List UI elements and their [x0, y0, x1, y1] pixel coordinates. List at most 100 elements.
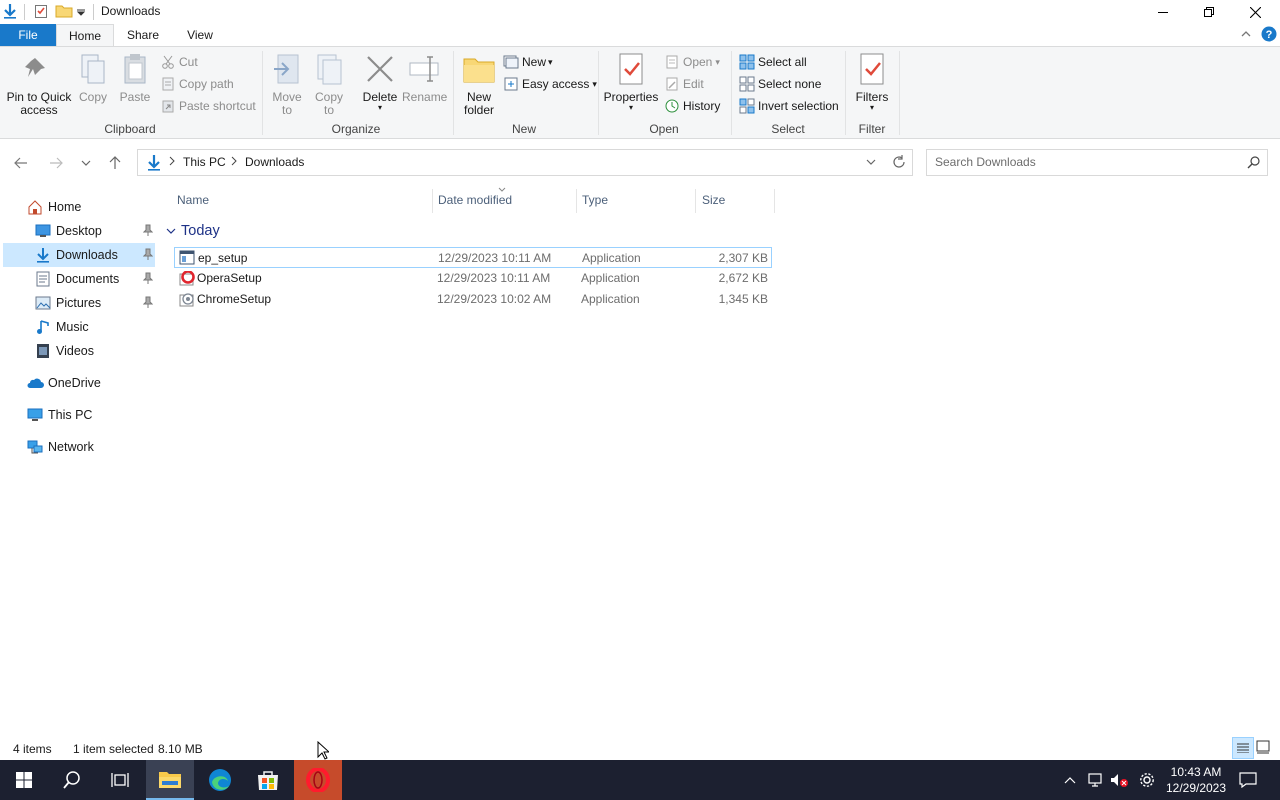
address-bar[interactable]: This PC Downloads	[137, 149, 913, 176]
network-tray-icon[interactable]	[1085, 770, 1105, 790]
sidebar-item-onedrive[interactable]: OneDrive	[3, 371, 155, 395]
breadcrumb-downloads[interactable]: Downloads	[245, 155, 304, 169]
history-label: History	[683, 99, 721, 113]
column-header-name[interactable]: Name	[177, 193, 209, 209]
new-folder-quick-icon[interactable]	[55, 3, 73, 19]
column-divider[interactable]	[432, 189, 433, 213]
sidebar-item-network[interactable]: Network	[3, 435, 155, 459]
file-row[interactable]: ChromeSetup 12/29/2023 10:02 AM Applicat…	[174, 289, 772, 310]
ribbon-tabs: File Home Share View ?	[0, 24, 1280, 47]
customize-toolbar-chevron-icon[interactable]	[76, 6, 86, 16]
paste-button[interactable]: Paste	[118, 51, 152, 104]
tab-home[interactable]: Home	[56, 24, 114, 47]
tab-file[interactable]: File	[0, 24, 56, 46]
breadcrumb-this-pc[interactable]: This PC	[183, 155, 226, 169]
taskbar-edge[interactable]	[196, 760, 244, 800]
desktop-icon	[34, 222, 52, 240]
search-box[interactable]	[926, 149, 1268, 176]
navigation-row: This PC Downloads	[0, 139, 1280, 187]
pin-icon[interactable]	[143, 272, 153, 284]
file-row[interactable]: ep_setup 12/29/2023 10:11 AM Application…	[174, 247, 772, 268]
minimize-button[interactable]	[1140, 0, 1186, 24]
forward-button[interactable]	[44, 151, 68, 175]
open-button[interactable]: Open ▾	[664, 52, 720, 72]
edit-button[interactable]: Edit	[664, 74, 704, 94]
restore-icon	[1204, 7, 1214, 17]
notification-center-icon[interactable]	[1238, 770, 1258, 790]
pin-icon[interactable]	[143, 224, 153, 236]
paste-shortcut-button[interactable]: Paste shortcut	[160, 96, 256, 116]
column-header-type[interactable]: Type	[582, 193, 608, 209]
sidebar-item-desktop[interactable]: Desktop	[3, 219, 155, 243]
select-none-button[interactable]: Select none	[739, 74, 821, 94]
tab-share[interactable]: Share	[114, 24, 172, 46]
column-divider[interactable]	[695, 189, 696, 213]
column-divider[interactable]	[774, 189, 775, 213]
pin-icon[interactable]	[143, 296, 153, 308]
divider	[93, 4, 94, 20]
copy-button[interactable]: Copy	[76, 51, 110, 104]
volume-muted-icon[interactable]	[1109, 770, 1129, 790]
clock-time: 10:43 AM	[1170, 765, 1222, 779]
select-all-button[interactable]: Select all	[739, 52, 807, 72]
sidebar-item-this-pc[interactable]: This PC	[3, 403, 155, 427]
collapse-ribbon-chevron-icon[interactable]	[1240, 28, 1252, 40]
sidebar-item-pictures[interactable]: Pictures	[3, 291, 155, 315]
details-view-button[interactable]	[1232, 737, 1254, 759]
sidebar-item-downloads[interactable]: Downloads	[3, 243, 155, 267]
large-icons-view-button[interactable]	[1256, 740, 1270, 754]
sidebar-item-home[interactable]: Home	[3, 195, 155, 219]
group-header-today[interactable]: Today	[166, 223, 220, 239]
navigation-pane: Home Desktop Downloads Documents Picture…	[0, 187, 158, 737]
help-icon[interactable]: ?	[1261, 26, 1277, 42]
taskbar-opera[interactable]	[294, 760, 342, 800]
edit-icon	[664, 76, 680, 92]
rename-button[interactable]: Rename	[402, 51, 447, 104]
copy-icon	[77, 51, 109, 87]
move-to-button[interactable]: Move to	[270, 51, 304, 117]
column-header-date-modified[interactable]: Date modified	[438, 193, 512, 209]
new-group-label: New	[511, 122, 536, 136]
refresh-icon[interactable]	[892, 155, 906, 169]
history-button[interactable]: History	[664, 96, 720, 116]
properties-quick-icon[interactable]	[33, 3, 49, 19]
taskbar-file-explorer[interactable]	[146, 760, 194, 800]
recent-locations-button[interactable]	[74, 151, 98, 175]
settings-gear-icon[interactable]	[1137, 770, 1157, 790]
pin-to-quick-access-button[interactable]: Pin to Quick access	[4, 51, 74, 117]
easy-access-button[interactable]: Easy access ▾	[503, 74, 597, 94]
address-history-chevron-icon[interactable]	[866, 158, 876, 166]
restore-button[interactable]	[1186, 0, 1232, 24]
copy-path-button[interactable]: Copy path	[160, 74, 234, 94]
column-header-size[interactable]: Size	[702, 193, 725, 209]
search-taskbar-button[interactable]	[48, 760, 96, 800]
search-input[interactable]	[935, 155, 1235, 169]
search-icon[interactable]	[1247, 156, 1260, 169]
start-button[interactable]	[0, 760, 48, 800]
large-icons-view-icon	[1256, 740, 1270, 754]
downloads-arrow-icon[interactable]	[2, 3, 18, 19]
copy-to-button[interactable]: Copy to	[312, 51, 346, 117]
show-hidden-icons-chevron-icon[interactable]	[1060, 770, 1080, 790]
column-divider[interactable]	[576, 189, 577, 213]
properties-button[interactable]: Properties ▾	[603, 51, 659, 112]
cut-button[interactable]: Cut	[160, 52, 198, 72]
file-row[interactable]: OperaSetup 12/29/2023 10:11 AM Applicati…	[174, 268, 772, 289]
sidebar-item-videos[interactable]: Videos	[3, 339, 155, 363]
invert-selection-button[interactable]: Invert selection	[739, 96, 839, 116]
up-button[interactable]	[103, 151, 127, 175]
new-folder-button[interactable]: New folder	[460, 51, 498, 117]
system-clock[interactable]: 10:43 AM 12/29/2023	[1160, 764, 1232, 796]
videos-icon	[34, 342, 52, 360]
task-view-button[interactable]	[96, 760, 144, 800]
sidebar-item-music[interactable]: Music	[3, 315, 155, 339]
pin-icon[interactable]	[143, 248, 153, 260]
filters-button[interactable]: Filters ▾	[852, 51, 892, 112]
new-item-button[interactable]: New ▾	[503, 52, 553, 72]
back-button[interactable]	[9, 151, 33, 175]
tab-view[interactable]: View	[172, 24, 228, 46]
sidebar-item-documents[interactable]: Documents	[3, 267, 155, 291]
close-button[interactable]	[1232, 0, 1278, 24]
delete-button[interactable]: Delete ▾	[358, 51, 402, 112]
taskbar-store[interactable]	[244, 760, 292, 800]
